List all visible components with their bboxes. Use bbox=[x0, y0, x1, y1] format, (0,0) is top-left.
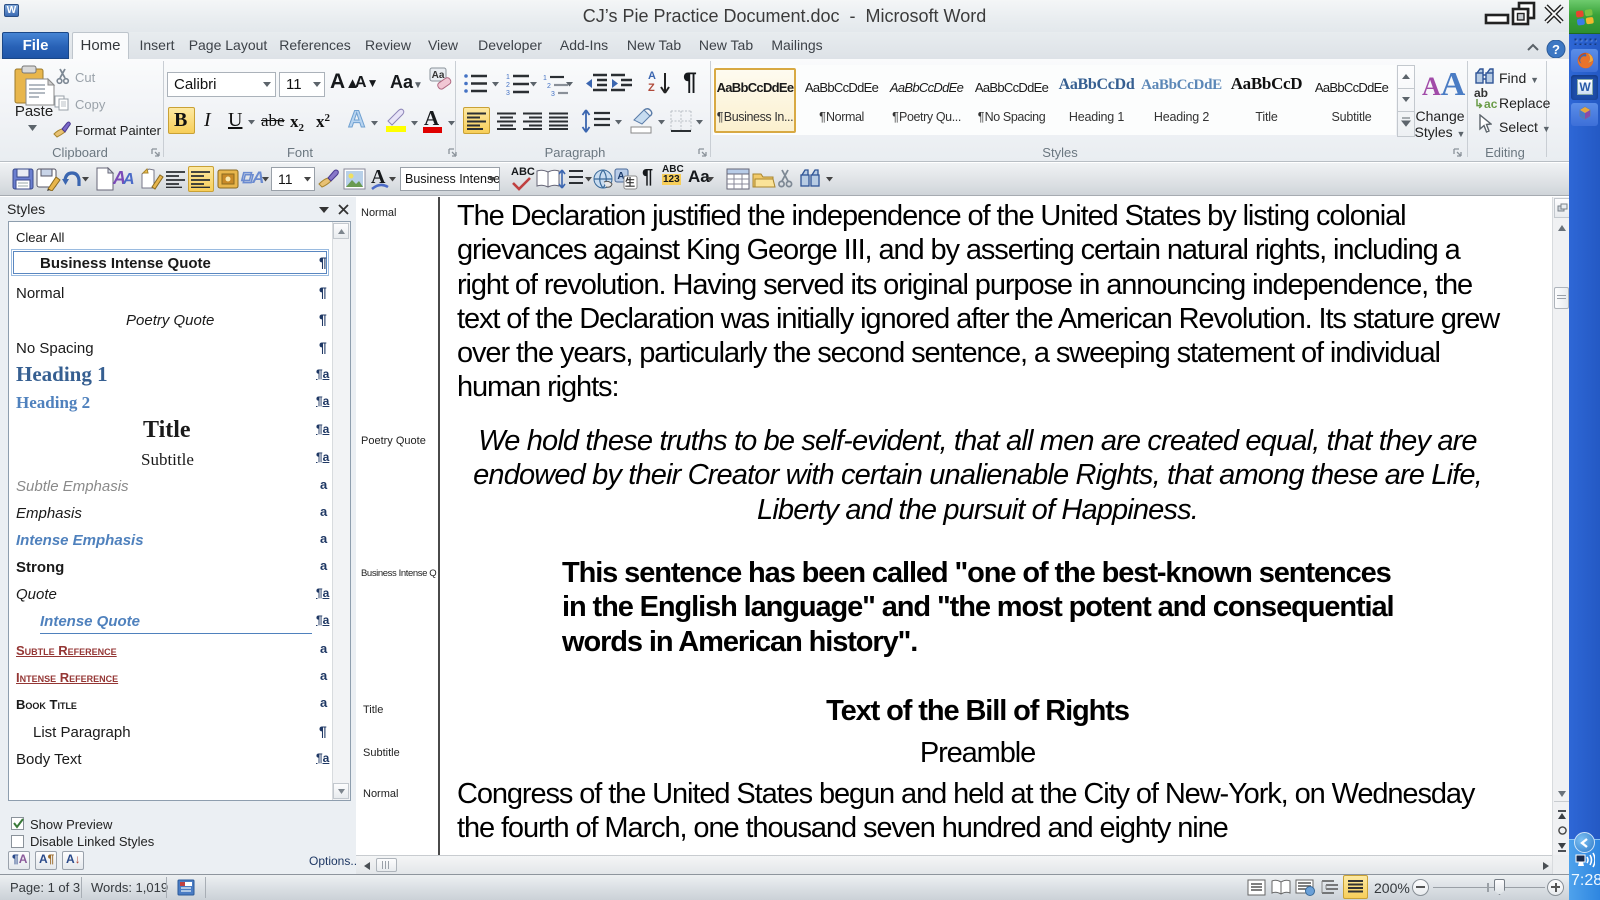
svg-text:2: 2 bbox=[547, 83, 551, 90]
svg-text:?: ? bbox=[1552, 42, 1560, 57]
svg-text:2: 2 bbox=[506, 82, 510, 89]
svg-text:1: 1 bbox=[543, 75, 547, 82]
svg-text:生: 生 bbox=[625, 176, 635, 189]
svg-text:Aa: Aa bbox=[432, 70, 445, 81]
svg-text:3: 3 bbox=[551, 91, 555, 96]
svg-text:1: 1 bbox=[506, 74, 510, 81]
svg-text:3: 3 bbox=[506, 90, 510, 96]
